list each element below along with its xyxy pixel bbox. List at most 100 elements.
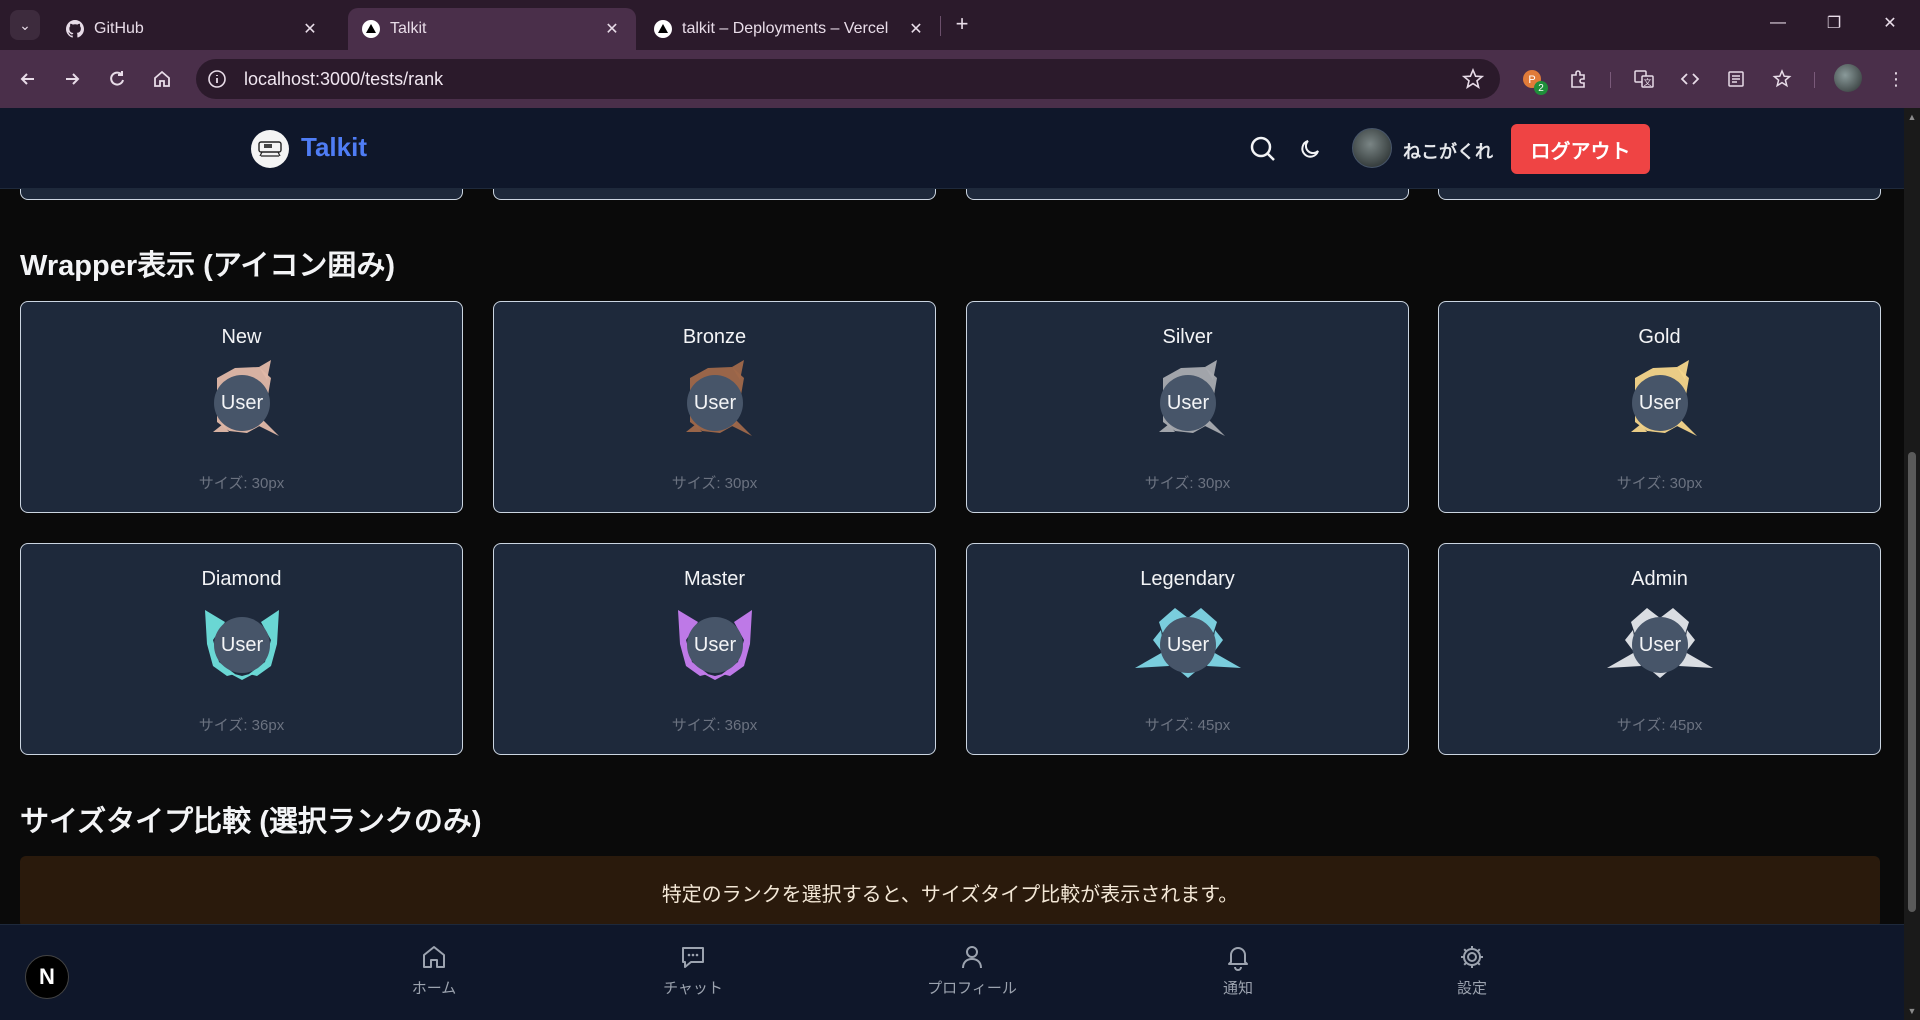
rank-card[interactable]: Diamond User サイズ: 36px (20, 543, 463, 755)
minimize-button[interactable]: — (1750, 0, 1806, 46)
toolbar-separator (1814, 72, 1815, 88)
rank-badge-wrapper: User (167, 600, 317, 690)
browser-menu-button[interactable]: ⋮ (1880, 63, 1912, 95)
reading-list-icon (1728, 71, 1744, 87)
avatar[interactable] (1352, 128, 1392, 168)
avatar: User (1160, 375, 1216, 431)
minimize-icon: — (1770, 14, 1786, 31)
scroll-down-icon[interactable]: ▼ (1907, 1006, 1917, 1016)
nav-home[interactable]: ホーム (374, 943, 494, 998)
nav-profile[interactable]: プロフィール (912, 943, 1032, 998)
close-icon[interactable]: ✕ (602, 19, 622, 39)
bell-icon (1228, 947, 1248, 971)
nav-notifications[interactable]: 通知 (1178, 943, 1298, 998)
close-icon[interactable]: ✕ (300, 19, 320, 39)
devtools-button[interactable] (1674, 63, 1706, 95)
favorites-button[interactable] (1766, 63, 1798, 95)
chat-icon (682, 947, 704, 968)
rank-name: Diamond (201, 568, 282, 590)
nav-chat[interactable]: チャット (633, 943, 753, 998)
tab-title: talkit – Deployments – Vercel (682, 20, 889, 37)
rank-card[interactable]: Master User サイズ: 36px (493, 543, 936, 755)
scrollbar-thumb[interactable] (1908, 452, 1916, 912)
tab-separator (940, 16, 941, 36)
browser-profile-avatar[interactable] (1834, 64, 1862, 92)
avatar: User (1632, 375, 1688, 431)
logout-button[interactable]: ログアウト (1511, 124, 1650, 174)
rank-card[interactable]: Legendary User サイズ: 45px (966, 543, 1409, 755)
site-info-icon[interactable] (204, 66, 230, 92)
restore-button[interactable]: ❐ (1806, 0, 1862, 46)
logo-text[interactable]: Talkit (301, 132, 367, 163)
section-title-size-compare: サイズタイプ比較 (選択ランクのみ) (20, 806, 482, 838)
more-vertical-icon: ⋮ (1887, 68, 1905, 89)
theme-toggle-button[interactable] (1295, 134, 1325, 164)
browser-tab-github[interactable]: GitHub ✕ (52, 8, 334, 50)
rank-card[interactable]: Silver User サイズ: 30px (966, 301, 1409, 513)
home-button[interactable] (146, 63, 178, 95)
extension-button[interactable]: P 2 (1516, 63, 1548, 95)
rank-badge-wrapper: User (1585, 600, 1735, 690)
nextjs-dev-badge[interactable]: N (25, 955, 69, 999)
rank-name: Master (683, 568, 746, 590)
rank-card[interactable]: Admin User サイズ: 45px (1438, 543, 1881, 755)
reload-icon (110, 71, 124, 86)
back-button[interactable] (12, 63, 44, 95)
reading-list-button[interactable] (1720, 63, 1752, 95)
search-button[interactable] (1248, 134, 1278, 164)
rank-name: New (221, 326, 262, 348)
user-icon (962, 946, 982, 969)
close-window-button[interactable]: ✕ (1862, 0, 1918, 46)
tab-search-button[interactable]: ⌄ (10, 10, 40, 40)
home-icon (423, 946, 445, 968)
restore-icon: ❐ (1826, 15, 1842, 32)
gear-icon (1461, 946, 1483, 968)
size-compare-notice: 特定のランクを選択すると、サイズタイプ比較が表示されます。 (20, 856, 1880, 928)
avatar: User (1160, 617, 1216, 673)
avatar: User (687, 617, 743, 673)
extensions-button[interactable] (1562, 63, 1594, 95)
arrow-left-icon (20, 73, 34, 85)
tab-title: Talkit (390, 20, 427, 37)
moon-icon (1301, 140, 1319, 158)
rank-name: Bronze (682, 326, 747, 348)
rank-card[interactable]: Gold User サイズ: 30px (1438, 301, 1881, 513)
code-icon (1680, 73, 1700, 85)
size-label: サイズ: 30px (671, 475, 758, 492)
vercel-triangle-icon (362, 20, 380, 38)
user-name[interactable]: ねこがくれ (1403, 138, 1493, 164)
new-tab-button[interactable]: + (948, 10, 976, 38)
browser-tab-talkit[interactable]: Talkit ✕ (348, 8, 636, 50)
rank-badge-wrapper: User (167, 358, 317, 448)
vercel-triangle-icon (654, 20, 672, 38)
nav-settings[interactable]: 設定 (1412, 943, 1532, 998)
size-label: サイズ: 30px (198, 475, 285, 492)
size-label: サイズ: 30px (1144, 475, 1231, 492)
avatar: User (214, 617, 270, 673)
close-icon[interactable]: ✕ (906, 19, 926, 39)
rank-card[interactable]: Bronze User サイズ: 30px (493, 301, 936, 513)
address-bar[interactable]: localhost:3000/tests/rank (196, 59, 1500, 99)
nav-label: チャット (663, 980, 723, 997)
nav-label: 設定 (1456, 980, 1487, 997)
search-icon (1250, 136, 1275, 161)
rank-badge-wrapper: User (1113, 600, 1263, 690)
nav-label: 通知 (1222, 980, 1253, 997)
scroll-up-icon[interactable]: ▲ (1907, 112, 1917, 122)
forward-button[interactable] (56, 63, 88, 95)
reload-button[interactable] (101, 63, 133, 95)
app-header: Talkit ねこがくれ ログアウト (0, 108, 1904, 189)
avatar: User (1632, 617, 1688, 673)
rank-name: Silver (1162, 326, 1213, 348)
section-title-wrapper: Wrapper表示 (アイコン囲み) (20, 250, 396, 282)
size-label: サイズ: 30px (1616, 475, 1703, 492)
github-icon (66, 20, 84, 38)
browser-tab-vercel[interactable]: talkit – Deployments – Vercel ✕ (640, 8, 940, 50)
translate-button[interactable]: 文 (1628, 63, 1660, 95)
bookmark-star-icon[interactable] (1461, 67, 1485, 95)
plus-icon: + (955, 11, 969, 36)
rank-card[interactable]: New User サイズ: 30px (20, 301, 463, 513)
toolbar-separator (1610, 72, 1611, 88)
talkit-logo[interactable] (251, 130, 289, 168)
page-scrollbar[interactable]: ▲ ▼ (1904, 108, 1920, 1020)
